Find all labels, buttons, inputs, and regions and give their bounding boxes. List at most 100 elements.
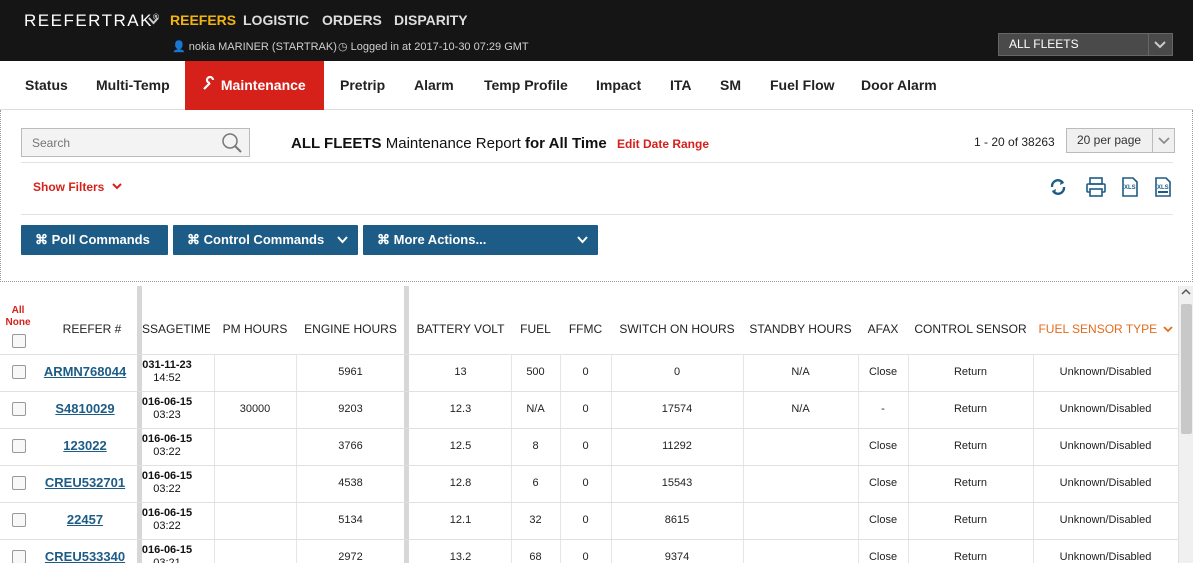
export-xlsx-icon[interactable]: XLS bbox=[1152, 176, 1174, 198]
select-all-none[interactable]: All None bbox=[5, 305, 31, 329]
per-page-select[interactable]: 20 per page bbox=[1066, 128, 1175, 153]
cell-control: Return bbox=[953, 403, 988, 415]
cell-control: Return bbox=[953, 477, 988, 489]
tab-alarm[interactable]: Alarm bbox=[414, 61, 454, 110]
cell-engine: 4538 bbox=[338, 477, 363, 489]
cell-ffmc: 0 bbox=[582, 403, 589, 415]
refresh-icon[interactable] bbox=[1047, 176, 1069, 198]
row-checkbox[interactable] bbox=[12, 439, 26, 453]
search-input[interactable] bbox=[32, 136, 212, 150]
nav-reefers[interactable]: REEFERS bbox=[170, 12, 236, 28]
message-date: 016-06-15 bbox=[141, 470, 193, 482]
brand-logo[interactable]: REEFERTRAK® bbox=[24, 11, 160, 31]
message-clock: 14:52 bbox=[153, 372, 181, 384]
wrench-icon bbox=[203, 75, 215, 90]
cell-batt: 13 bbox=[454, 366, 467, 378]
row-divider bbox=[0, 465, 1178, 466]
report-title-period: for All Time bbox=[525, 135, 607, 152]
col-fuel-sensor-type[interactable]: FUEL SENSOR TYPE bbox=[1033, 322, 1178, 354]
chevron-down-icon[interactable] bbox=[147, 14, 160, 27]
message-clock: 03:21 bbox=[153, 557, 181, 563]
cell-ffmc: 0 bbox=[582, 440, 589, 452]
more-actions-button[interactable]: ⌘ More Actions... bbox=[363, 225, 598, 255]
message-time: 016-06-15 03:22 bbox=[137, 470, 197, 496]
cell-control: Return bbox=[953, 440, 988, 452]
message-clock: 03:23 bbox=[153, 409, 181, 421]
cell-afax: Close bbox=[868, 551, 898, 563]
cell-switch: 11292 bbox=[662, 440, 692, 452]
fleet-select-toggle[interactable] bbox=[1148, 34, 1172, 55]
col-pm-hours[interactable]: PM HOURS bbox=[214, 322, 296, 354]
row-checkbox[interactable] bbox=[12, 365, 26, 379]
tab-ita[interactable]: ITA bbox=[670, 61, 692, 110]
col-battery-volt[interactable]: BATTERY VOLT bbox=[410, 322, 511, 354]
cell-fuel: 500 bbox=[526, 366, 545, 378]
select-all-link[interactable]: All bbox=[5, 305, 31, 317]
row-checkbox[interactable] bbox=[12, 513, 26, 527]
reefer-link[interactable]: 123022 bbox=[35, 438, 135, 453]
report-toolbar: ALL FLEETS Maintenance Report for All Ti… bbox=[0, 110, 1193, 282]
sort-desc-icon bbox=[1162, 326, 1173, 333]
nav-orders[interactable]: ORDERS bbox=[322, 12, 382, 28]
row-checkbox[interactable] bbox=[12, 550, 26, 563]
reefer-link[interactable]: ARMN768044 bbox=[35, 364, 135, 379]
row-checkbox[interactable] bbox=[12, 402, 26, 416]
tab-maintenance[interactable]: Maintenance bbox=[185, 61, 324, 110]
cell-fuel: 8 bbox=[532, 440, 539, 452]
tab-sm[interactable]: SM bbox=[720, 61, 741, 110]
col-fuel[interactable]: FUEL bbox=[511, 322, 560, 354]
row-divider bbox=[0, 502, 1178, 503]
select-all-checkbox[interactable] bbox=[12, 334, 26, 348]
column-divider bbox=[858, 354, 859, 563]
show-filters-toggle[interactable]: Show Filters bbox=[33, 180, 123, 194]
tab-door-alarm[interactable]: Door Alarm bbox=[861, 61, 937, 110]
cell-switch: 15543 bbox=[661, 477, 693, 489]
reefer-link[interactable]: S4810029 bbox=[35, 401, 135, 416]
cell-batt: 12.3 bbox=[449, 403, 472, 415]
reefer-link[interactable]: 22457 bbox=[35, 512, 135, 527]
col-engine-hours[interactable]: ENGINE HOURS bbox=[296, 322, 405, 354]
col-control-sensor[interactable]: CONTROL SENSOR bbox=[908, 322, 1033, 354]
tab-fuel-flow[interactable]: Fuel Flow bbox=[770, 61, 835, 110]
message-date: 016-06-15 bbox=[141, 396, 193, 408]
chevron-down-icon bbox=[1154, 41, 1166, 49]
fleet-select[interactable]: ALL FLEETS bbox=[998, 33, 1173, 56]
cell-switch: 9374 bbox=[664, 551, 690, 563]
message-time: 031-11-23 14:52 bbox=[137, 359, 197, 385]
print-icon[interactable] bbox=[1085, 176, 1107, 198]
user-name: nokia MARINER (STARTRAK) bbox=[188, 41, 337, 53]
tab-status[interactable]: Status bbox=[25, 61, 68, 110]
page-count: 1 - 20 of 38263 bbox=[974, 135, 1055, 149]
export-xls-icon[interactable]: XLS bbox=[1119, 176, 1141, 198]
scrollbar-thumb[interactable] bbox=[1181, 304, 1192, 434]
control-commands-button[interactable]: ⌘ Control Commands bbox=[173, 225, 358, 255]
per-page-toggle[interactable] bbox=[1152, 129, 1174, 152]
reefer-link[interactable]: CREU533340 bbox=[35, 549, 135, 563]
user-icon: 👤 bbox=[172, 41, 186, 53]
tab-temp-profile[interactable]: Temp Profile bbox=[484, 61, 568, 110]
scroll-up-icon[interactable] bbox=[1179, 286, 1193, 298]
cell-fuel: 32 bbox=[529, 514, 542, 526]
search-box bbox=[21, 128, 250, 157]
tab-multi-temp[interactable]: Multi-Temp bbox=[96, 61, 170, 110]
col-standby-hours[interactable]: STANDBY HOURS bbox=[743, 322, 858, 354]
select-none-link[interactable]: None bbox=[5, 317, 31, 329]
edit-date-range-link[interactable]: Edit Date Range bbox=[617, 137, 709, 151]
vertical-scrollbar[interactable] bbox=[1178, 286, 1193, 563]
nav-disparity[interactable]: DISPARITY bbox=[394, 12, 468, 28]
cell-ffmc: 0 bbox=[582, 551, 589, 563]
col-switch-on-hours[interactable]: SWITCH ON HOURS bbox=[611, 322, 743, 354]
tab-pretrip[interactable]: Pretrip bbox=[340, 61, 385, 110]
chevron-down-icon bbox=[577, 236, 588, 244]
nav-logistic[interactable]: LOGISTIC bbox=[243, 12, 309, 28]
col-ffmc[interactable]: FFMC bbox=[560, 322, 611, 354]
cell-pm: 30000 bbox=[239, 403, 271, 415]
col-afax[interactable]: AFAX bbox=[858, 322, 908, 354]
search-icon[interactable] bbox=[221, 132, 243, 154]
col-messagetime[interactable]: SSAGETIME bbox=[142, 322, 210, 354]
col-reefer[interactable]: REEFER # bbox=[52, 322, 132, 354]
poll-commands-button[interactable]: ⌘ Poll Commands bbox=[21, 225, 168, 255]
reefer-link[interactable]: CREU532701 bbox=[35, 475, 135, 490]
row-checkbox[interactable] bbox=[12, 476, 26, 490]
tab-impact[interactable]: Impact bbox=[596, 61, 641, 110]
